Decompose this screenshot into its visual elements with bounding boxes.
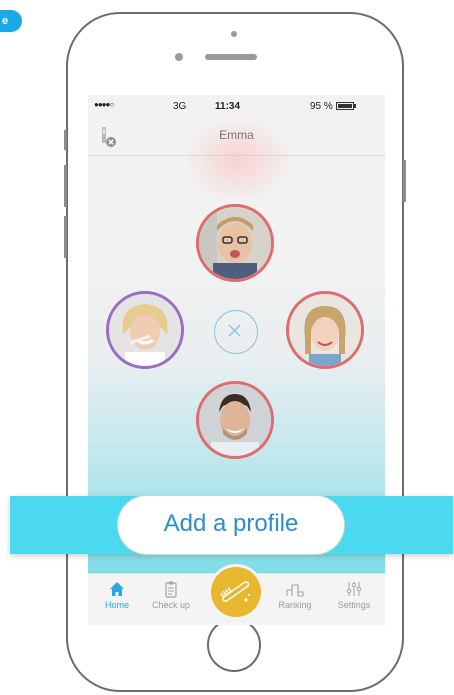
close-icon [228,324,241,337]
volume-up-button [64,165,67,207]
brush-action-button[interactable] [208,564,264,620]
front-camera [231,31,237,37]
profile-avatar-woman[interactable] [106,291,184,369]
volume-down-button [64,216,67,258]
tab-label: Check up [151,600,191,610]
tab-ranking[interactable]: Ranking [266,580,324,610]
profile-avatar-boy[interactable] [196,204,274,282]
battery-percent: 95 % [310,101,333,112]
clock: 11:34 [215,101,241,112]
house-icon [110,582,124,596]
battery-icon [336,102,354,110]
podium-icon [286,584,304,597]
avatar-photo [199,384,271,456]
power-button [403,160,406,202]
sensor [175,53,183,61]
tab-label: Settings [337,600,371,610]
avatar-photo [289,294,361,366]
profile-avatar-girl[interactable] [286,291,364,369]
side-button [64,130,67,150]
home-button[interactable] [207,618,261,672]
avatar-photo [109,294,181,366]
add-profile-label: Add a profile [163,510,299,537]
clipboard-icon [165,581,177,598]
selection-glow [183,115,293,205]
speaker-grille [205,54,257,60]
profile-avatar-man[interactable] [196,381,274,459]
toothbrush-icon [220,581,250,603]
avatar-photo [199,207,271,279]
tab-settings[interactable]: Settings [325,580,383,610]
tab-check-up[interactable]: Check up [142,580,200,610]
corner-badge: e [0,10,22,32]
sliders-icon [346,582,362,596]
signal-indicator: ●●●●○ [94,100,114,109]
status-bar: ●●●●○ 3G 11:34 95 % [88,95,385,117]
network-type: 3G [173,101,187,112]
tab-label: Home [104,600,129,610]
battery-tip [354,104,356,108]
tab-label: Ranking [278,600,312,610]
tab-home[interactable]: Home [88,580,146,610]
close-button[interactable] [214,310,258,354]
